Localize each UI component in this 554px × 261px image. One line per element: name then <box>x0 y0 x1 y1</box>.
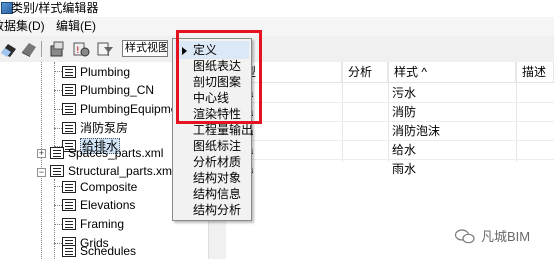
file-icon <box>50 165 64 177</box>
row-divider <box>226 121 554 122</box>
menu-item-analysis-material[interactable]: 分析材质 <box>193 154 241 170</box>
row-divider <box>226 140 554 141</box>
copy-styles-icon[interactable] <box>20 40 38 58</box>
tree-item-composite[interactable]: Composite <box>62 178 137 197</box>
toolbar-separator <box>41 41 42 57</box>
style-folder-icon <box>62 181 76 193</box>
table-cell-style[interactable]: 消防泡沫 <box>392 122 440 140</box>
tree-connector <box>54 71 62 72</box>
row-divider <box>226 102 554 103</box>
style-folder-icon <box>62 103 76 115</box>
watermark-text: 凡城BIM <box>481 229 531 244</box>
table-cell-style[interactable]: 给水 <box>392 141 416 159</box>
table-cell-style[interactable]: 雨水 <box>392 160 416 178</box>
table-cell-style[interactable]: 消防 <box>392 103 416 121</box>
tree-item-schedules[interactable]: Schedules <box>62 242 136 261</box>
column-header-analysis[interactable]: 分析 <box>342 62 388 82</box>
eraser-icon[interactable] <box>0 40 18 58</box>
window-title: 类别/样式编辑器 <box>11 1 99 15</box>
filter-icon[interactable] <box>96 40 114 58</box>
tree-connector <box>54 128 62 129</box>
tree-connector <box>54 90 62 91</box>
menu-item-drawing-annotation[interactable]: 图纸标注 <box>193 138 241 154</box>
tree-connector <box>54 243 62 244</box>
tree-item-plumbing[interactable]: Plumbing <box>62 63 130 82</box>
svg-text:!: ! <box>76 46 80 56</box>
menu-item-structural-analysis[interactable]: 结构分析 <box>193 202 241 218</box>
tree-connector <box>54 224 62 225</box>
header-divider <box>226 82 554 83</box>
title-bar: 类别/样式编辑器 <box>0 0 554 17</box>
tree-item-framing[interactable]: Framing <box>62 215 124 234</box>
new-style-icon[interactable] <box>48 40 66 58</box>
row-divider <box>226 159 554 160</box>
tree-item-fire-pump-room[interactable]: 消防泵房 <box>62 119 128 138</box>
menu-item-quantity-output[interactable]: 工程量输出 <box>193 122 253 138</box>
column-divider <box>342 62 343 162</box>
table-cell-style[interactable]: 污水 <box>392 84 416 102</box>
tree-connector <box>54 205 62 206</box>
menu-bar: 数据集(D) 编辑(E) <box>0 17 554 36</box>
collapse-toggle[interactable]: − <box>37 168 46 177</box>
wechat-icon <box>454 229 475 244</box>
style-folder-icon <box>62 245 76 257</box>
column-header-description[interactable]: 描述 <box>516 62 554 82</box>
menu-item-structural-object[interactable]: 结构对象 <box>193 170 241 186</box>
style-folder-icon <box>62 84 76 96</box>
menu-edit[interactable]: 编辑(E) <box>56 17 96 36</box>
tree-connector <box>54 109 62 110</box>
style-folder-icon <box>62 66 76 78</box>
file-icon <box>50 147 64 159</box>
view-dropdown[interactable]: 样式视图 <box>122 40 168 57</box>
style-folder-icon <box>62 122 76 134</box>
menu-item-structural-info[interactable]: 结构信息 <box>193 186 241 202</box>
tree-connector <box>41 62 42 259</box>
column-divider <box>388 62 389 162</box>
tree-connector <box>54 179 55 259</box>
column-header-style[interactable]: 样式 ^ <box>388 62 516 82</box>
tree-item-plumbing-equipment[interactable]: PlumbingEquipmen <box>62 100 184 119</box>
tree-item-elevations[interactable]: Elevations <box>62 196 135 215</box>
menu-dataset[interactable]: 数据集(D) <box>0 17 45 36</box>
tree-item-plumbing-cn[interactable]: Plumbing_CN <box>62 81 154 100</box>
toolbar: ! 样式视图 <box>0 36 554 63</box>
watermark: 凡城BIM <box>454 226 531 248</box>
expand-toggle[interactable]: + <box>37 149 46 158</box>
annotation-highlight-box <box>176 30 262 124</box>
tree-connector <box>54 186 62 187</box>
column-divider <box>516 62 517 162</box>
style-folder-icon <box>62 218 76 230</box>
tree-connector <box>54 62 55 146</box>
style-settings-icon[interactable]: ! <box>72 40 90 58</box>
style-folder-icon <box>62 199 76 211</box>
tree-item-spaces-parts[interactable]: Spaces_parts.xml <box>50 144 163 163</box>
